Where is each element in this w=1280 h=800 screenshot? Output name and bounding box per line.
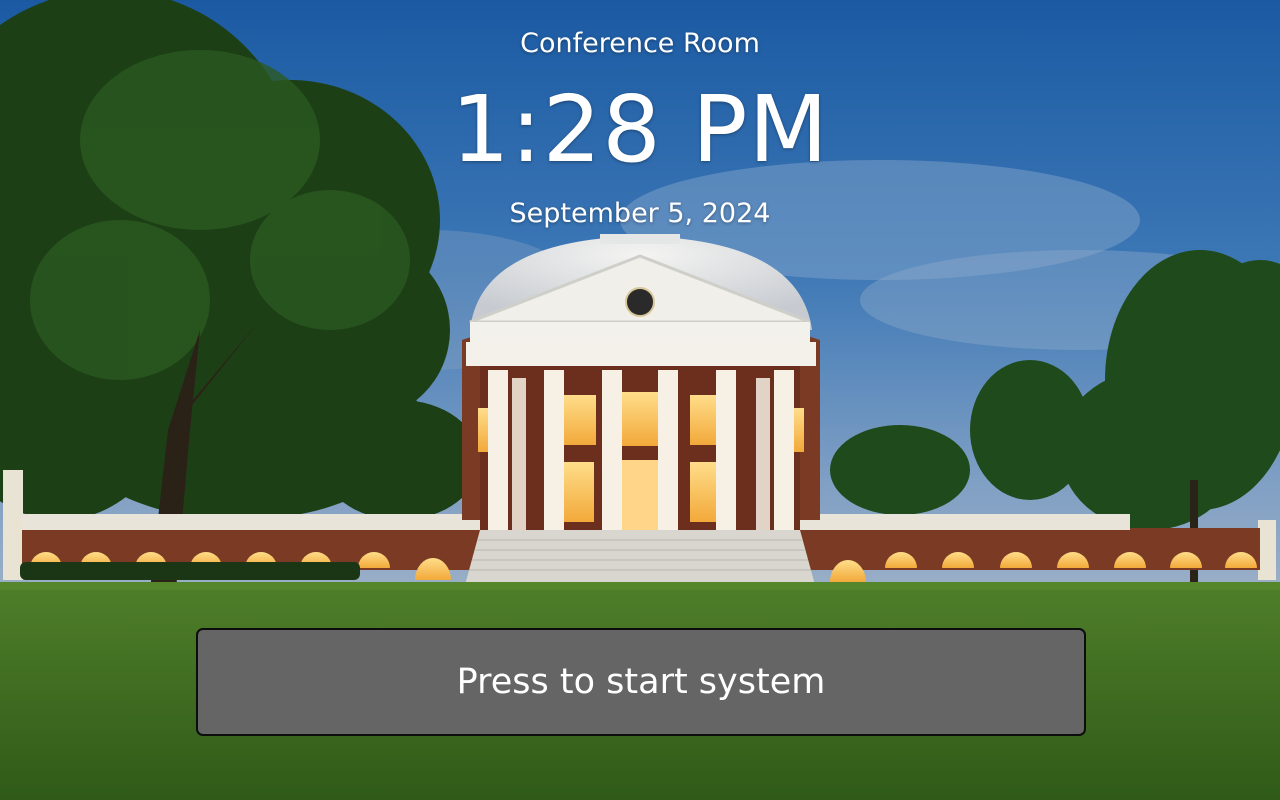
clock-date: September 5, 2024 <box>509 198 771 229</box>
start-system-button[interactable]: Press to start system <box>196 628 1086 736</box>
room-name: Conference Room <box>520 28 760 59</box>
clock-time: 1:28 PM <box>451 76 829 183</box>
touch-panel-screen: Conference Room 1:28 PM September 5, 202… <box>0 0 1280 800</box>
